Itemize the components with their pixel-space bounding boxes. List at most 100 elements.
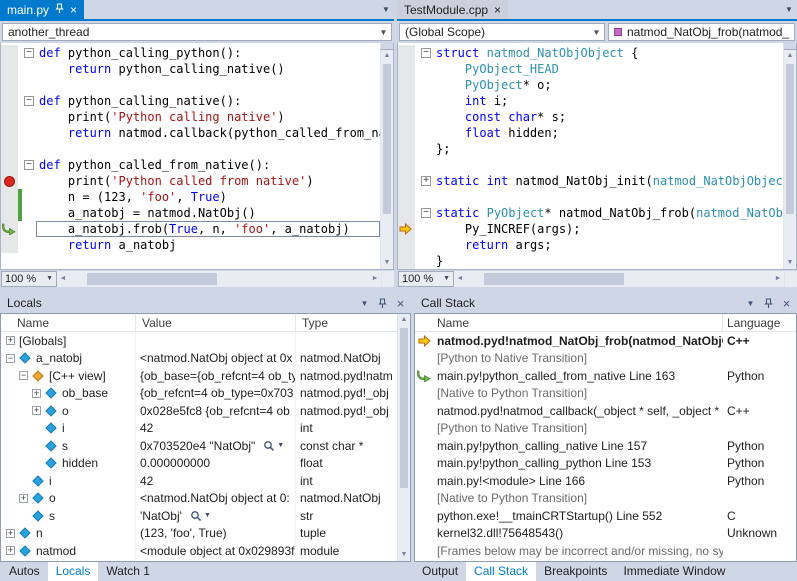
vertical-scrollbar[interactable]: ▲ ▼ [783, 43, 796, 269]
scroll-left-icon[interactable]: ◄ [57, 275, 69, 282]
frame-name-cell[interactable]: main.py!python_calling_native Line 157 [433, 437, 723, 455]
variable-name-cell[interactable]: +natmod [1, 542, 136, 560]
scroll-track[interactable] [69, 271, 369, 287]
locals-row[interactable]: i42int [1, 420, 397, 438]
collapse-icon[interactable]: − [6, 354, 15, 363]
close-icon[interactable]: × [494, 4, 501, 16]
variable-value-cell[interactable]: 0x703520e4 "NatObj"▼ [136, 437, 296, 455]
locals-row[interactable]: +ob_base{ob_refcnt=4 ob_type=0x703natmod… [1, 385, 397, 403]
code-text[interactable]: float hidden; [433, 125, 783, 141]
breakpoint-margin[interactable] [398, 77, 415, 93]
locals-row[interactable]: +natmod<module object at 0x029893fmodule [1, 542, 397, 560]
collapse-icon[interactable]: − [24, 48, 34, 58]
fold-toggle-icon[interactable]: − [419, 45, 433, 61]
breakpoint-icon[interactable] [1, 173, 18, 189]
column-header-language[interactable]: Language [723, 314, 796, 331]
expand-icon[interactable]: + [6, 546, 15, 555]
code-line[interactable]: −def python_called_from_native(): [1, 157, 380, 173]
variable-name-cell[interactable]: s [1, 437, 136, 455]
column-header-name[interactable]: Name [1, 314, 136, 331]
code-text[interactable]: static PyObject* natmod_NatObj_frob(natm… [433, 205, 783, 221]
call-stack-frame[interactable]: kernel32.dll!75648543()Unknown [415, 525, 796, 543]
variable-name-cell[interactable]: i [1, 420, 136, 438]
splitter-grip[interactable] [784, 43, 796, 50]
scroll-thumb[interactable] [87, 273, 217, 285]
column-header-type[interactable]: Type [296, 314, 397, 331]
vertical-scrollbar[interactable]: ▲ ▼ [397, 314, 410, 561]
panel-tab-immediate-window[interactable]: Immediate Window [615, 562, 733, 581]
code-text[interactable]: print('Python called from native') [36, 173, 380, 189]
variable-name-cell[interactable]: +o [1, 490, 136, 508]
code-line[interactable]: −static PyObject* natmod_NatObj_frob(nat… [398, 205, 783, 221]
code-line[interactable]: −struct natmod_NatObjObject { [398, 45, 783, 61]
breakpoint-margin[interactable] [1, 237, 18, 253]
fold-toggle-icon[interactable]: − [419, 205, 433, 221]
code-text[interactable]: n = (123, 'foo', True) [36, 189, 380, 205]
breakpoint-margin[interactable] [398, 189, 415, 205]
breakpoint-margin[interactable] [398, 141, 415, 157]
column-header-name[interactable]: Name [415, 314, 723, 331]
scroll-up-icon[interactable]: ▲ [784, 50, 796, 62]
frame-name-cell[interactable]: [Frames below may be incorrect and/or mi… [433, 542, 723, 560]
variable-value-cell[interactable]: <natmod.NatObj object at 0x [136, 350, 296, 368]
code-line[interactable]: Py_INCREF(args); [398, 221, 783, 237]
code-line[interactable]: return a_natobj [1, 237, 380, 253]
code-line[interactable]: PyObject* o; [398, 77, 783, 93]
document-list-dropdown-icon[interactable]: ▼ [378, 5, 394, 19]
expand-icon[interactable]: + [6, 529, 15, 538]
code-line[interactable] [1, 77, 380, 93]
variable-name-cell[interactable]: −a_natobj [1, 350, 136, 368]
breakpoint-margin[interactable] [398, 45, 415, 61]
frame-name-cell[interactable]: [Native to Python Transition] [433, 385, 723, 403]
vertical-scrollbar[interactable]: ▲ ▼ [380, 43, 393, 269]
variable-value-cell[interactable]: {ob_base={ob_refcnt=4 ob_ty [136, 367, 296, 385]
collapse-icon[interactable]: − [421, 208, 431, 218]
horizontal-scrollbar[interactable]: ◄ ► [57, 271, 381, 287]
breakpoint-margin[interactable] [1, 205, 18, 221]
breakpoint-margin[interactable] [398, 253, 415, 269]
text-visualizer-icon[interactable]: ▼ [190, 510, 211, 522]
code-text[interactable]: PyObject_HEAD [433, 61, 783, 77]
collapse-icon[interactable]: − [421, 48, 431, 58]
variable-name-cell[interactable]: s [1, 507, 136, 525]
panel-tab-call-stack[interactable]: Call Stack [466, 562, 536, 581]
window-position-icon[interactable]: ▼ [357, 296, 372, 311]
variable-name-cell[interactable]: +[Globals] [1, 332, 136, 350]
breakpoint-margin[interactable] [1, 61, 18, 77]
scroll-left-icon[interactable]: ◄ [454, 275, 466, 282]
scroll-track[interactable] [466, 271, 772, 287]
member-dropdown[interactable]: natmod_NatObj_frob(natmod_ ▼ [608, 23, 795, 41]
locals-row[interactable]: i42int [1, 472, 397, 490]
code-text[interactable] [36, 141, 380, 157]
variable-value-cell[interactable]: 0x028e5fc8 {ob_refcnt=4 ob [136, 402, 296, 420]
call-stack-frame[interactable]: main.py!python_calling_native Line 157Py… [415, 437, 796, 455]
variable-value-cell[interactable]: {ob_refcnt=4 ob_type=0x703 [136, 385, 296, 403]
breakpoint-margin[interactable] [1, 93, 18, 109]
document-list-dropdown-icon[interactable]: ▼ [781, 5, 797, 19]
variable-value-cell[interactable]: <natmod.NatObj object at 0: [136, 490, 296, 508]
call-stack-frame[interactable]: [Native to Python Transition] [415, 490, 796, 508]
zoom-control[interactable]: 100 % ▼ [398, 271, 454, 287]
code-line[interactable]: +static int natmod_NatObj_init(natmod_Na… [398, 173, 783, 189]
code-line[interactable]: return natmod.callback(python_called_fro… [1, 125, 380, 141]
code-line[interactable]: print('Python called from native') [1, 173, 380, 189]
text-visualizer-icon[interactable]: ▼ [263, 440, 284, 452]
frame-name-cell[interactable]: main.py!<module> Line 166 [433, 472, 723, 490]
panel-tab-breakpoints[interactable]: Breakpoints [536, 562, 615, 581]
frame-name-cell[interactable]: main.py!python_calling_python Line 153 [433, 455, 723, 473]
fold-toggle-icon[interactable]: − [22, 157, 36, 173]
code-text[interactable] [433, 157, 783, 173]
variable-value-cell[interactable]: 'NatObj'▼ [136, 507, 296, 525]
pin-icon[interactable] [55, 3, 64, 17]
pin-icon[interactable] [761, 296, 776, 311]
breakpoint-margin[interactable] [398, 93, 415, 109]
call-stack-frame[interactable]: [Python to Native Transition] [415, 350, 796, 368]
frame-name-cell[interactable]: [Python to Native Transition] [433, 420, 723, 438]
column-header-value[interactable]: Value [136, 314, 296, 331]
tab-testmodule-cpp[interactable]: TestModule.cpp × [397, 0, 508, 19]
code-line[interactable]: print('Python calling native') [1, 109, 380, 125]
breakpoint-margin[interactable] [398, 61, 415, 77]
code-line[interactable]: n = (123, 'foo', True) [1, 189, 380, 205]
scroll-thumb[interactable] [400, 328, 408, 488]
panel-tab-autos[interactable]: Autos [1, 562, 48, 581]
